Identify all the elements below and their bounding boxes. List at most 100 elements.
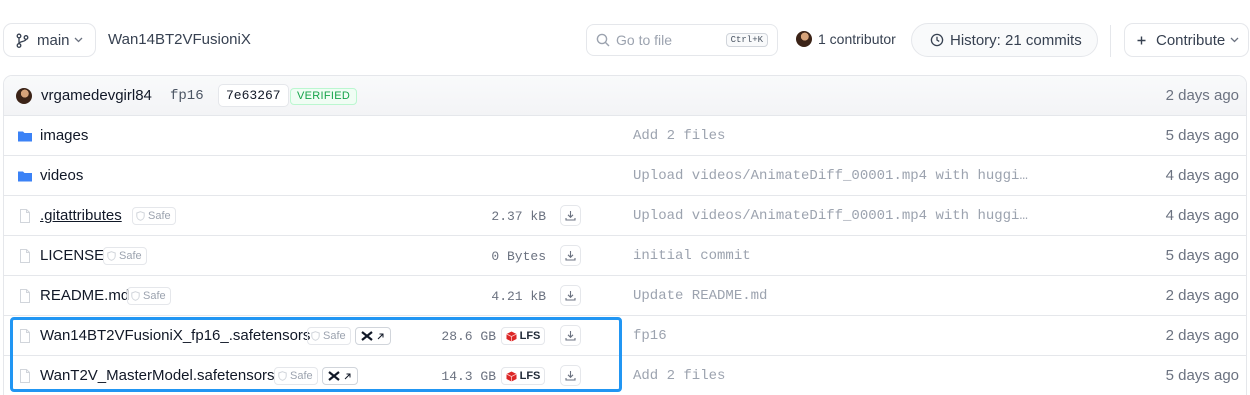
file-time: 4 days ago <box>1165 167 1239 184</box>
last-commit-row: vrgamedevgirl84 fp16 7e63267 VERIFIED 2 … <box>4 76 1246 115</box>
xet-badge[interactable] <box>355 327 391 345</box>
download-icon <box>565 291 576 301</box>
file-size: 14.3 GB <box>441 369 496 384</box>
file-name[interactable]: Wan14BT2VFusioniX_fp16_.safetensors <box>40 327 310 344</box>
table-row[interactable]: Wan14BT2VFusioniX_fp16_.safetensors Safe… <box>4 315 1246 355</box>
history-icon <box>930 33 944 47</box>
external-link-icon <box>377 333 384 339</box>
xet-badge[interactable] <box>322 367 358 385</box>
shield-icon <box>278 371 287 381</box>
safe-badge[interactable]: Safe <box>103 247 147 265</box>
search-input[interactable] <box>616 32 726 48</box>
lfs-badge[interactable]: LFS <box>501 327 545 345</box>
contributors-link[interactable]: 1 contributor <box>796 31 896 47</box>
file-size: 28.6 GB <box>441 329 496 344</box>
repo-name: Wan14BT2VFusioniX <box>108 31 251 48</box>
download-icon <box>565 331 576 341</box>
safe-badge[interactable]: Safe <box>274 367 318 385</box>
contributors-label: 1 contributor <box>818 31 896 47</box>
safe-label: Safe <box>143 290 166 302</box>
commit-message[interactable]: Update README.md <box>633 288 767 304</box>
shield-icon <box>131 291 140 301</box>
download-button[interactable] <box>560 205 581 226</box>
commit-time: 2 days ago <box>1165 87 1239 104</box>
lfs-cube-icon <box>505 371 517 381</box>
toolbar-divider <box>1110 25 1111 57</box>
chevron-down-icon <box>1230 37 1239 43</box>
file-icon <box>17 248 33 264</box>
shield-icon <box>107 251 116 261</box>
branch-selector[interactable]: main <box>3 23 96 57</box>
file-size: 2.37 kB <box>491 209 546 224</box>
safe-label: Safe <box>323 330 346 342</box>
commit-message[interactable]: Add 2 files <box>633 368 725 384</box>
file-icon <box>17 288 33 304</box>
history-button[interactable]: History: 21 commits <box>911 23 1098 57</box>
shield-icon <box>136 211 145 221</box>
folder-name[interactable]: videos <box>40 167 83 184</box>
lfs-label: LFS <box>519 330 541 342</box>
file-icon <box>17 328 33 344</box>
safe-badge[interactable]: Safe <box>132 207 176 225</box>
branch-label: main <box>37 31 70 49</box>
search-icon <box>596 33 610 47</box>
lfs-cube-icon <box>505 331 517 341</box>
file-name[interactable]: WanT2V_MasterModel.safetensors <box>40 367 275 384</box>
file-time: 5 days ago <box>1165 367 1239 384</box>
file-time: 5 days ago <box>1165 247 1239 264</box>
plus-icon <box>1137 36 1146 44</box>
commit-message[interactable]: initial commit <box>633 248 751 264</box>
lfs-label: LFS <box>519 370 541 382</box>
download-button[interactable] <box>560 245 581 266</box>
table-row[interactable]: LICENSE Safe 0 Bytes initial commit 5 da… <box>4 235 1246 275</box>
safe-label: Safe <box>148 210 171 222</box>
safe-badge[interactable]: Safe <box>127 287 171 305</box>
shield-icon <box>311 331 320 341</box>
file-name[interactable]: LICENSE <box>40 247 104 264</box>
download-button[interactable] <box>560 285 581 306</box>
download-icon <box>565 251 576 261</box>
commit-hash[interactable]: 7e63267 <box>218 84 289 107</box>
contribute-label: Contribute <box>1156 31 1226 49</box>
commit-branch: fp16 <box>170 88 204 104</box>
file-name[interactable]: README.md <box>40 287 129 304</box>
commit-message[interactable]: fp16 <box>633 328 667 344</box>
git-branch-icon <box>16 33 29 48</box>
file-name[interactable]: .gitattributes <box>40 207 122 224</box>
folder-icon <box>17 128 33 144</box>
download-icon <box>565 211 576 221</box>
safe-label: Safe <box>119 250 142 262</box>
xet-storage-icon <box>361 331 373 341</box>
avatar[interactable] <box>16 88 32 104</box>
commit-message[interactable]: Add 2 files <box>633 128 725 144</box>
external-link-icon <box>344 373 351 379</box>
table-row[interactable]: images Add 2 files 5 days ago <box>4 115 1246 155</box>
shortcut-hint: Ctrl+K <box>725 33 768 47</box>
repo-toolbar: main Wan14BT2VFusioniX Ctrl+K 1 contribu… <box>0 0 1250 72</box>
table-row[interactable]: .gitattributes Safe 2.37 kB Upload video… <box>4 195 1246 235</box>
file-size: 0 Bytes <box>491 249 546 264</box>
table-row[interactable]: WanT2V_MasterModel.safetensors Safe 14.3… <box>4 355 1246 395</box>
download-button[interactable] <box>560 365 581 386</box>
contribute-button[interactable]: Contribute <box>1124 23 1249 57</box>
go-to-file-search[interactable]: Ctrl+K <box>586 24 778 56</box>
lfs-badge[interactable]: LFS <box>501 367 545 385</box>
table-row[interactable]: README.md Safe 4.21 kB Update README.md … <box>4 275 1246 315</box>
table-row[interactable]: videos Upload videos/AnimateDiff_00001.m… <box>4 155 1246 195</box>
file-table: vrgamedevgirl84 fp16 7e63267 VERIFIED 2 … <box>3 75 1247 395</box>
file-time: 2 days ago <box>1165 327 1239 344</box>
commit-message[interactable]: Upload videos/AnimateDiff_00001.mp4 with… <box>633 208 1028 224</box>
folder-name[interactable]: images <box>40 127 88 144</box>
safe-badge[interactable]: Safe <box>307 327 351 345</box>
file-icon <box>17 208 33 224</box>
commit-author[interactable]: vrgamedevgirl84 <box>41 87 152 104</box>
commit-message[interactable]: Upload videos/AnimateDiff_00001.mp4 with… <box>633 168 1028 184</box>
file-time: 5 days ago <box>1165 127 1239 144</box>
file-time: 4 days ago <box>1165 207 1239 224</box>
file-icon <box>17 368 33 384</box>
verified-badge: VERIFIED <box>290 88 358 105</box>
download-button[interactable] <box>560 325 581 346</box>
avatar <box>796 31 812 47</box>
safe-label: Safe <box>290 370 313 382</box>
chevron-down-icon <box>74 37 82 43</box>
